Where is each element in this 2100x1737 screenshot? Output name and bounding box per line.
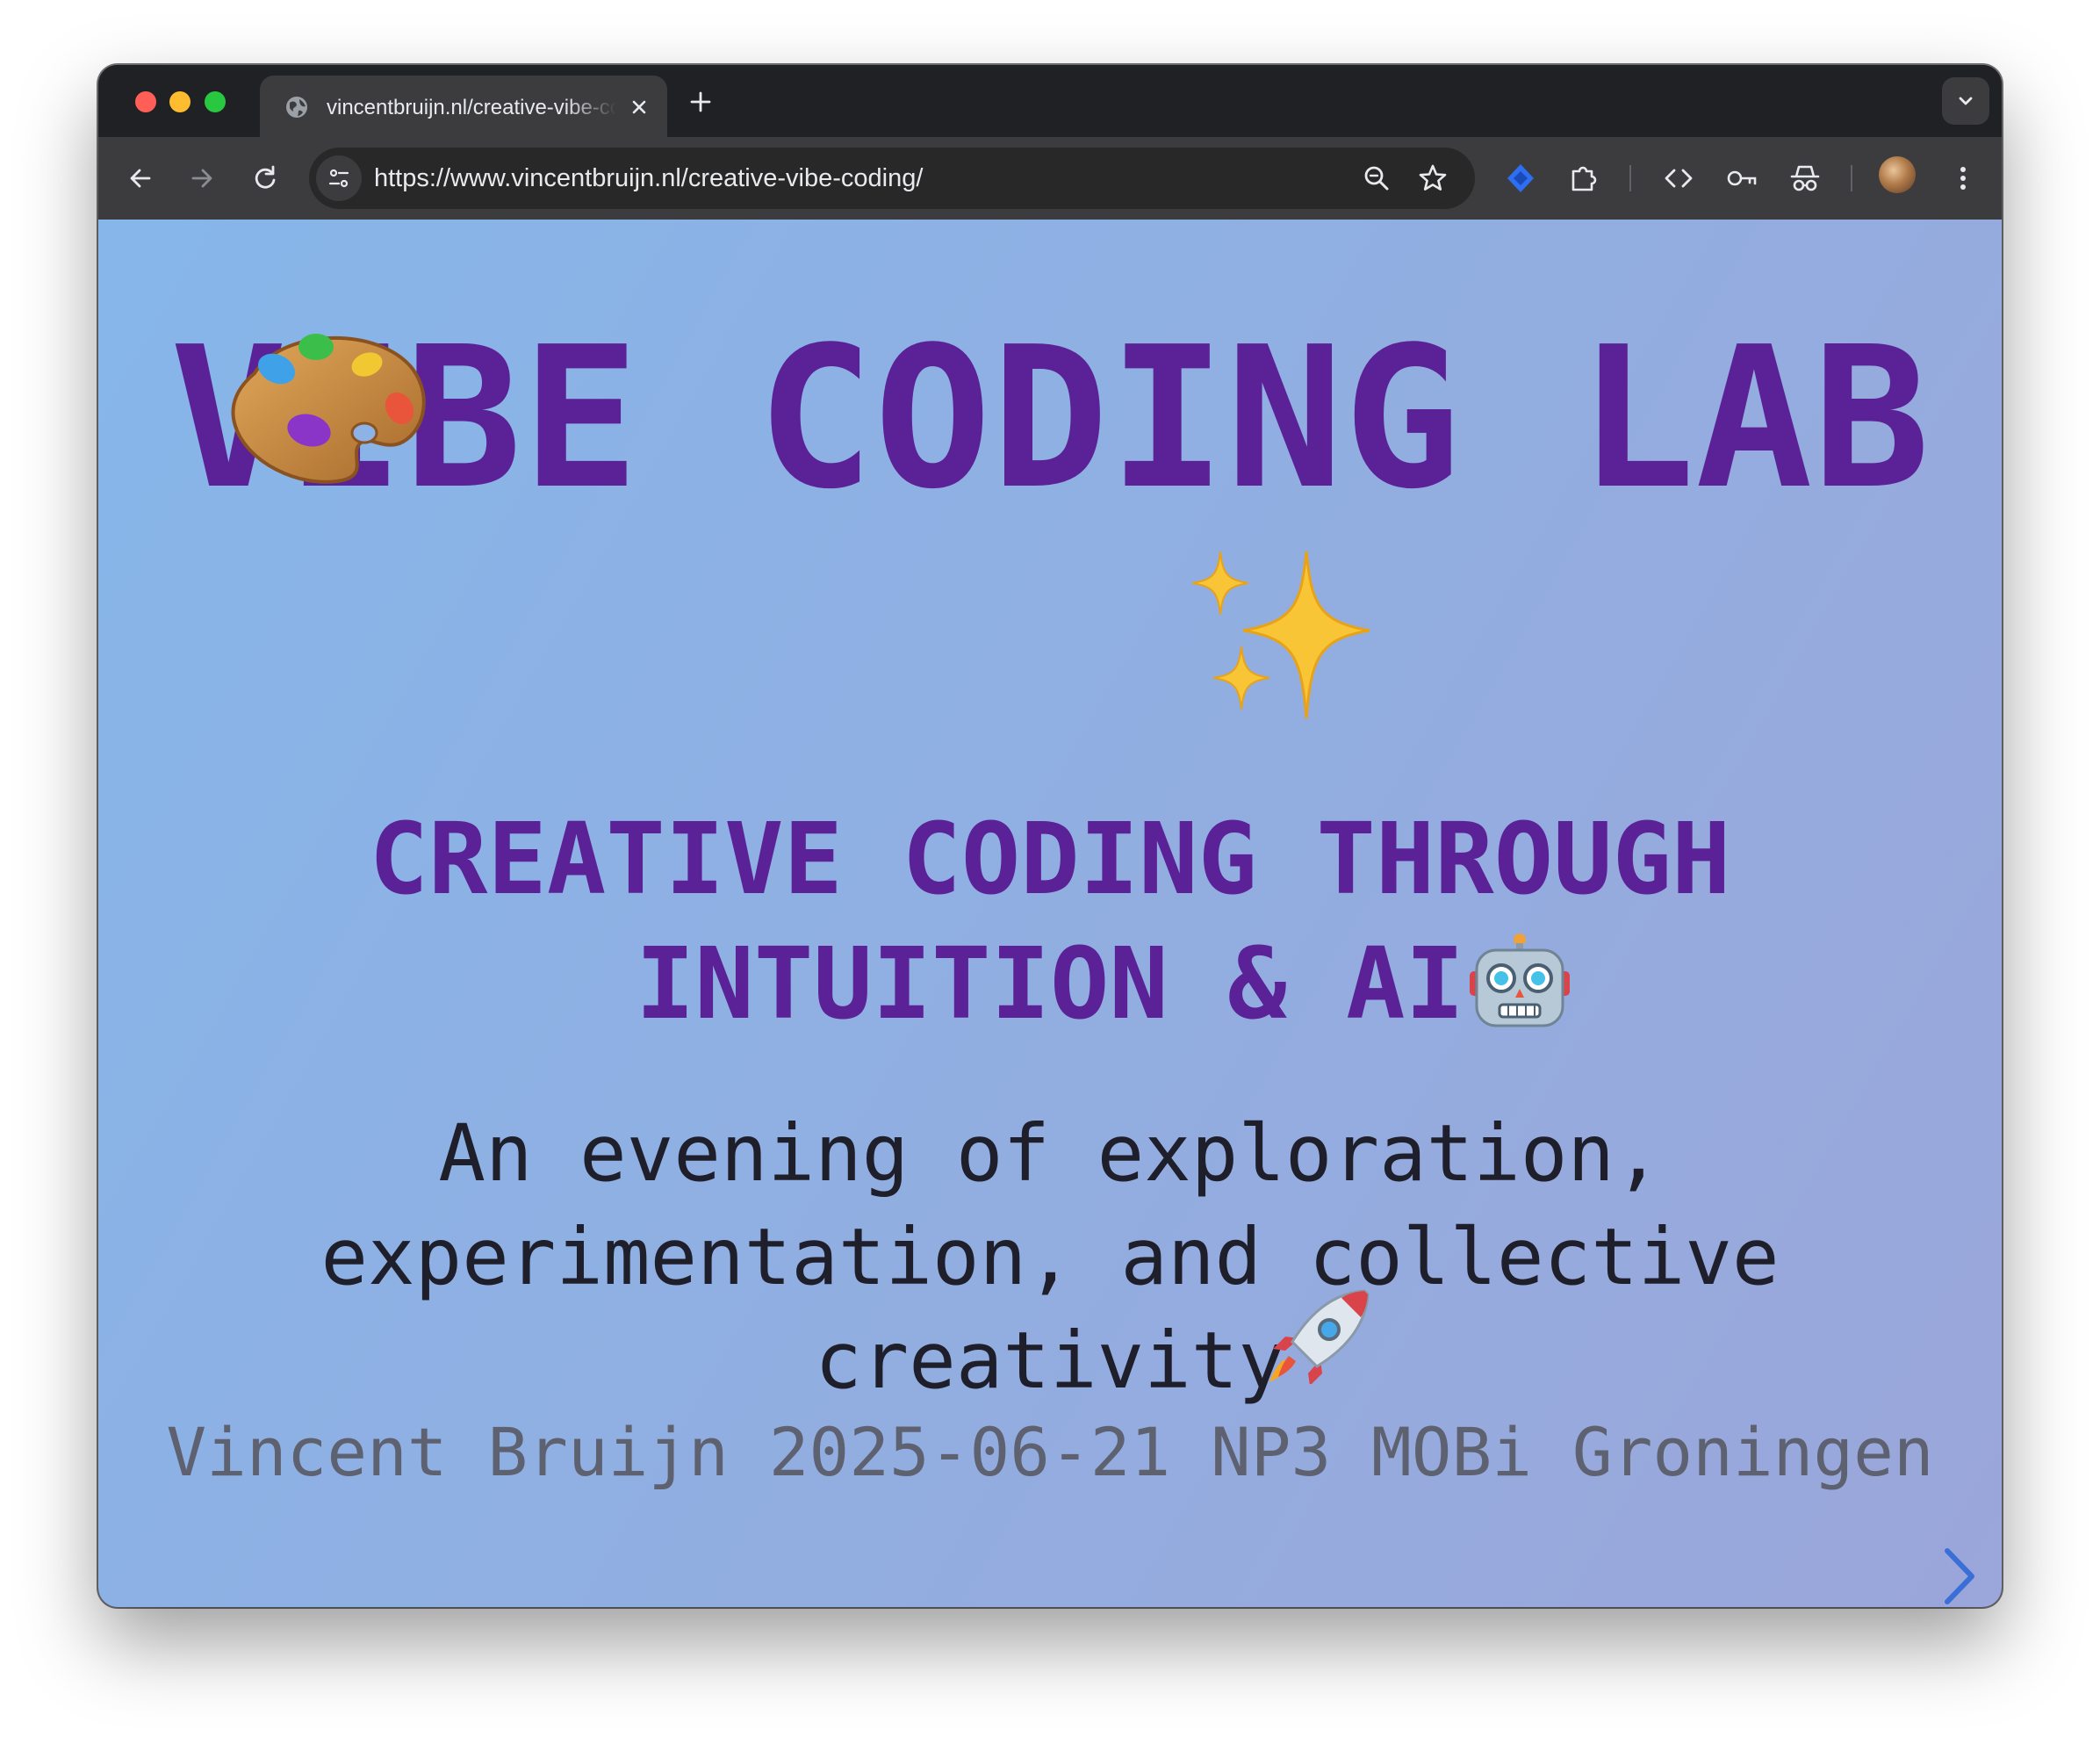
star-icon[interactable] — [1417, 162, 1449, 198]
puzzle-icon[interactable] — [1564, 159, 1603, 198]
close-window-button[interactable] — [135, 91, 156, 112]
toolbar-divider — [1629, 165, 1631, 191]
url-text[interactable]: https://www.vincentbruijn.nl/creative-vi… — [374, 162, 923, 195]
slide: VIBE CODING LAB CREATIVE CODING THROUGH … — [98, 220, 2002, 1607]
sparkles-icon — [1187, 543, 1380, 727]
browser-window: vincentbruijn.nl/creative-vibe-coding/ — [98, 65, 2002, 1607]
tab-strip: vincentbruijn.nl/creative-vibe-coding/ — [98, 65, 2002, 137]
reload-icon[interactable] — [246, 159, 284, 198]
address-bar[interactable]: https://www.vincentbruijn.nl/creative-vi… — [309, 148, 1475, 209]
tab-close-icon[interactable] — [627, 95, 651, 119]
code-icon[interactable] — [1659, 159, 1698, 198]
rocket-icon — [1266, 1287, 1371, 1386]
key-icon[interactable] — [1722, 159, 1761, 198]
incognito-icon[interactable] — [1786, 159, 1824, 198]
globe-icon — [284, 95, 309, 119]
browser-toolbar: https://www.vincentbruijn.nl/creative-vi… — [98, 137, 2002, 220]
tab-search-button[interactable] — [1942, 77, 1989, 125]
extension-diamond-icon[interactable] — [1501, 159, 1540, 198]
zoom-icon[interactable] — [1361, 162, 1392, 198]
next-slide-arrow-icon[interactable] — [1938, 1546, 1981, 1607]
new-tab-icon[interactable] — [687, 88, 715, 116]
robot-icon — [1468, 933, 1571, 1031]
more-vert-icon[interactable] — [1944, 159, 1982, 198]
back-icon[interactable] — [121, 159, 160, 198]
minimize-window-button[interactable] — [169, 91, 191, 112]
site-info-icon[interactable] — [316, 155, 362, 201]
browser-tab-active[interactable]: vincentbruijn.nl/creative-vibe-coding/ — [260, 76, 667, 137]
tab-title: vincentbruijn.nl/creative-vibe-coding/ — [327, 96, 616, 119]
avatar[interactable] — [1879, 156, 1916, 193]
slide-lead-text: An evening of exploration, experimentati… — [320, 1107, 1780, 1406]
toolbar-divider — [1851, 165, 1852, 191]
artist-palette-icon — [228, 321, 432, 487]
slide-byline: Vincent Bruijn 2025-06-21 NP3 MOBi Groni… — [166, 1413, 1934, 1491]
forward-icon[interactable] — [183, 159, 221, 198]
maximize-window-button[interactable] — [205, 91, 226, 112]
slide-subtitle: CREATIVE CODING THROUGH INTUITION & AI — [369, 803, 1731, 1041]
chevron-down-icon — [1959, 97, 1973, 105]
